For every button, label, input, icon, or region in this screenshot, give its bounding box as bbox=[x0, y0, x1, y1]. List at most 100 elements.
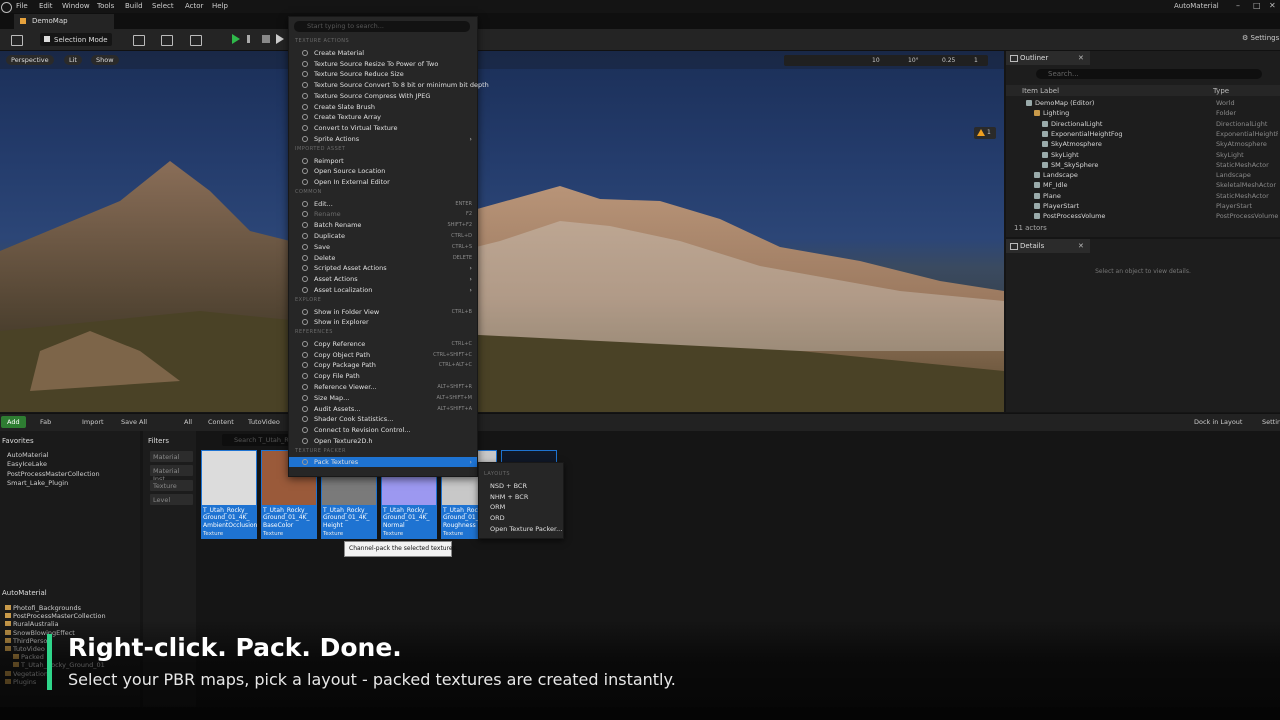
menu-item[interactable]: Open Texture2D.h bbox=[289, 436, 477, 446]
menu-edit[interactable]: Edit bbox=[39, 2, 53, 10]
maximize-icon[interactable]: □ bbox=[1253, 1, 1261, 10]
favorite-item[interactable]: EasyIceLake bbox=[7, 460, 47, 468]
outliner-row[interactable]: Lighting Folder bbox=[1006, 108, 1280, 118]
menu-file[interactable]: File bbox=[16, 2, 28, 10]
filter-material-instance[interactable]: Material Inst bbox=[150, 465, 193, 483]
menu-item[interactable]: Reference Viewer... ALT+SHIFT+R bbox=[289, 382, 477, 392]
play-icon[interactable] bbox=[232, 34, 240, 44]
blueprint-icon[interactable] bbox=[161, 35, 173, 46]
open-texture-packer[interactable]: Open Texture Packer... bbox=[490, 525, 562, 533]
favorite-item[interactable]: AutoMaterial bbox=[7, 451, 49, 459]
menu-window[interactable]: Window bbox=[62, 2, 90, 10]
menu-item[interactable]: Copy File Path bbox=[289, 371, 477, 381]
tab-demomap[interactable]: DemoMap bbox=[14, 14, 114, 29]
menu-item[interactable]: Audit Assets... ALT+SHIFT+A bbox=[289, 404, 477, 414]
stop-icon[interactable] bbox=[262, 35, 270, 43]
fab-button[interactable]: Fab bbox=[40, 418, 51, 426]
column-item-label[interactable]: Item Label bbox=[1022, 87, 1059, 95]
menu-item[interactable]: Texture Source Reduce Size bbox=[289, 69, 477, 79]
filter-texture[interactable]: Texture bbox=[150, 480, 193, 491]
menu-item[interactable]: Edit... ENTER bbox=[289, 199, 477, 209]
outliner-row[interactable]: SM_SkySphere StaticMeshActor bbox=[1006, 160, 1280, 170]
menu-item[interactable]: Sprite Actions › bbox=[289, 134, 477, 144]
menu-item[interactable]: Open Source Location bbox=[289, 166, 477, 176]
menu-select[interactable]: Select bbox=[152, 2, 174, 10]
menu-item[interactable]: Copy Object Path CTRL+SHIFT+C bbox=[289, 350, 477, 360]
outliner-row[interactable]: DirectionalLight DirectionalLight bbox=[1006, 119, 1280, 129]
asset-tile[interactable]: T_Utah_Rocky_ Ground_01_4K_ AmbientOcclu… bbox=[201, 450, 257, 539]
outliner-row[interactable]: ExponentialHeightFog ExponentialHeightFog bbox=[1006, 129, 1280, 139]
menu-item[interactable]: Texture Source Compress With JPEG bbox=[289, 91, 477, 101]
menu-item[interactable]: Open In External Editor bbox=[289, 177, 477, 187]
filter-material[interactable]: Material bbox=[150, 451, 193, 462]
column-type[interactable]: Type bbox=[1213, 87, 1229, 95]
outliner-row[interactable]: DemoMap (Editor) World bbox=[1006, 98, 1280, 108]
menu-item[interactable]: Create Slate Brush bbox=[289, 102, 477, 112]
outliner-row[interactable]: SkyAtmosphere SkyAtmosphere bbox=[1006, 139, 1280, 149]
outliner-row[interactable]: Landscape Landscape bbox=[1006, 170, 1280, 180]
transform-tools[interactable]: 10 10° 0.25 1 bbox=[784, 55, 988, 66]
menu-item[interactable]: Duplicate CTRL+D bbox=[289, 231, 477, 241]
menu-item[interactable]: Show in Folder View CTRL+B bbox=[289, 307, 477, 317]
menu-item[interactable]: Create Material bbox=[289, 48, 477, 58]
menu-item[interactable]: Scripted Asset Actions › bbox=[289, 263, 477, 273]
menu-item[interactable]: Copy Reference CTRL+C bbox=[289, 339, 477, 349]
context-search-input[interactable]: Start typing to search... bbox=[294, 21, 470, 32]
outliner-row[interactable]: PostProcessVolume PostProcessVolume bbox=[1006, 211, 1280, 221]
folder-tree-item[interactable]: Photofi_Backgrounds bbox=[5, 604, 81, 612]
close-icon[interactable]: ✕ bbox=[1269, 1, 1276, 10]
menu-item[interactable]: Texture Source Convert To 8 bit or minim… bbox=[289, 80, 489, 90]
outliner-row[interactable]: MF_Idle SkeletalMeshActor bbox=[1006, 180, 1280, 190]
filter-level[interactable]: Level bbox=[150, 494, 193, 505]
import-button[interactable]: Import bbox=[82, 418, 104, 426]
breadcrumb-tutovideo[interactable]: TutoVideo bbox=[248, 418, 280, 426]
favorite-item[interactable]: Smart_Lake_Plugin bbox=[7, 479, 68, 487]
selection-mode-dropdown[interactable]: Selection Mode bbox=[40, 33, 112, 46]
asset-search-input[interactable]: Search T_Utah_R bbox=[222, 434, 292, 446]
menu-item[interactable]: Save CTRL+S bbox=[289, 242, 477, 252]
grid-snap-value[interactable]: 10 bbox=[872, 57, 880, 64]
tree-header[interactable]: AutoMaterial bbox=[2, 589, 47, 597]
rotation-snap-value[interactable]: 10° bbox=[908, 57, 919, 64]
add-button[interactable]: Add bbox=[1, 416, 26, 428]
menu-item[interactable]: Convert to Virtual Texture bbox=[289, 123, 477, 133]
layout-nhm-bcr[interactable]: NHM + BCR bbox=[490, 493, 528, 501]
close-icon[interactable]: ✕ bbox=[1078, 54, 1084, 62]
menu-tools[interactable]: Tools bbox=[97, 2, 114, 10]
favorite-item[interactable]: PostProcessMasterCollection bbox=[7, 470, 100, 478]
folder-tree-item[interactable]: PostProcessMasterCollection bbox=[5, 612, 106, 620]
add-actor-icon[interactable] bbox=[133, 35, 145, 46]
favorites-header[interactable]: Favorites bbox=[2, 437, 34, 445]
menu-item[interactable]: Batch Rename SHIFT+F2 bbox=[289, 220, 477, 230]
dock-in-layout-button[interactable]: Dock in Layout bbox=[1194, 418, 1242, 426]
menu-build[interactable]: Build bbox=[125, 2, 143, 10]
menu-item[interactable]: Create Texture Array bbox=[289, 112, 477, 122]
layout-nsd-bcr[interactable]: NSD + BCR bbox=[490, 482, 527, 490]
outliner-row[interactable]: PlayerStart PlayerStart bbox=[1006, 201, 1280, 211]
settings-button[interactable]: ⚙ Settings bbox=[1242, 34, 1279, 42]
save-level-icon[interactable] bbox=[11, 35, 23, 46]
outliner-row[interactable]: Plane StaticMeshActor bbox=[1006, 191, 1280, 201]
menu-item[interactable]: Shader Cook Statistics... bbox=[289, 414, 477, 424]
menu-item[interactable]: Size Map... ALT+SHIFT+M bbox=[289, 393, 477, 403]
menu-item[interactable]: Show in Explorer bbox=[289, 317, 477, 327]
level-viewport[interactable]: Perspective Lit Show 10 10° 0.25 1 1 bbox=[0, 51, 1004, 412]
menu-item[interactable]: Asset Actions › bbox=[289, 274, 477, 284]
menu-item[interactable]: Reimport bbox=[289, 156, 477, 166]
minimize-icon[interactable]: – bbox=[1236, 1, 1240, 10]
menu-item[interactable]: Copy Package Path CTRL+ALT+C bbox=[289, 360, 477, 370]
lit-button[interactable]: Lit bbox=[64, 55, 82, 65]
layout-ord[interactable]: ORD bbox=[490, 514, 505, 522]
menu-item[interactable]: Pack Textures › bbox=[289, 457, 477, 468]
breadcrumb-content[interactable]: Content bbox=[208, 418, 234, 426]
show-button[interactable]: Show bbox=[91, 55, 119, 65]
content-settings-button[interactable]: Settings bbox=[1262, 418, 1280, 426]
tab-details[interactable]: Details ✕ bbox=[1006, 239, 1090, 253]
menu-help[interactable]: Help bbox=[212, 2, 228, 10]
scale-snap-value[interactable]: 0.25 bbox=[942, 57, 955, 64]
menu-item[interactable]: Asset Localization › bbox=[289, 285, 477, 295]
menu-actor[interactable]: Actor bbox=[185, 2, 203, 10]
camera-speed-value[interactable]: 1 bbox=[974, 57, 978, 64]
save-all-button[interactable]: Save All bbox=[121, 418, 147, 426]
cinematics-icon[interactable] bbox=[190, 35, 202, 46]
